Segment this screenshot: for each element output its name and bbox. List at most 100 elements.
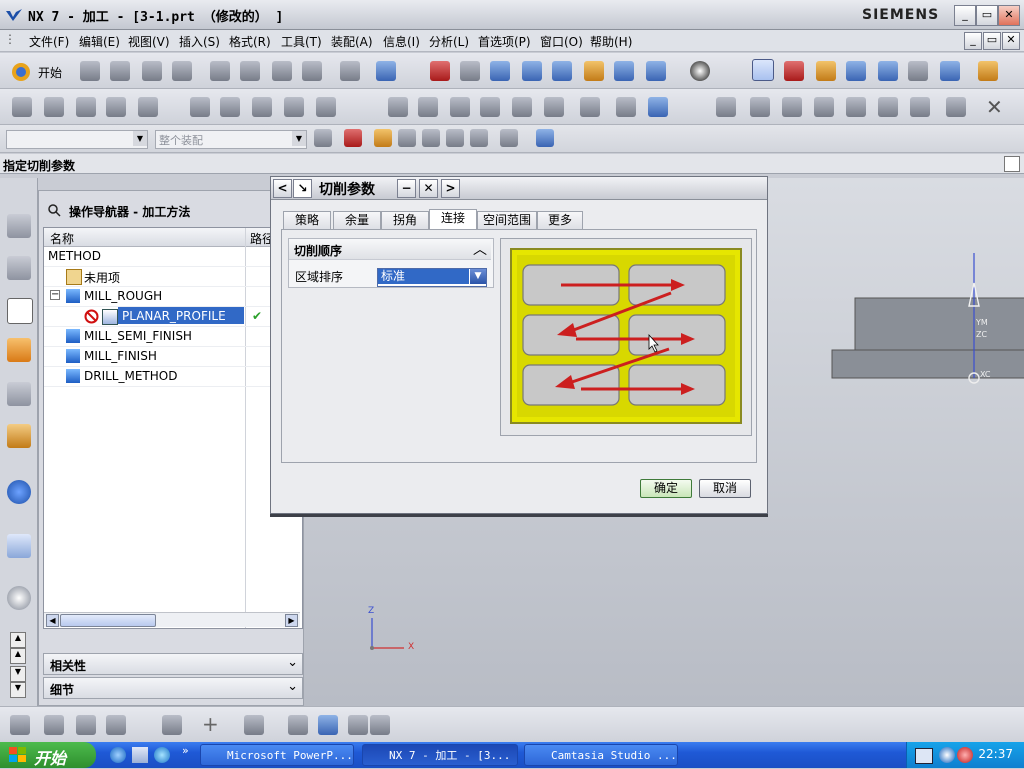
- cube-select-icon[interactable]: [536, 129, 554, 147]
- save-icon[interactable]: [142, 61, 162, 81]
- media-icon[interactable]: [154, 747, 170, 763]
- csys-icon[interactable]: [752, 59, 774, 81]
- tab-strategy[interactable]: 策略: [283, 211, 331, 230]
- paste-object-icon[interactable]: [284, 97, 304, 117]
- block-icon[interactable]: [318, 715, 338, 735]
- tree-row-drill-method[interactable]: DRILL_METHOD: [44, 366, 300, 387]
- post-icon[interactable]: [544, 97, 564, 117]
- mid-point-icon[interactable]: [398, 129, 416, 147]
- pin-icon[interactable]: [47, 203, 61, 217]
- info-circle-icon[interactable]: [7, 480, 31, 504]
- create-point-icon[interactable]: [10, 715, 30, 735]
- reset-arrow-icon[interactable]: ↘: [293, 179, 312, 198]
- task-nx7[interactable]: NX 7 - 加工 - [3...: [362, 744, 518, 766]
- paste-icon[interactable]: [272, 61, 292, 81]
- history-clock-icon[interactable]: [7, 586, 31, 610]
- delete-icon[interactable]: [302, 61, 322, 81]
- curve-icon[interactable]: [878, 97, 898, 117]
- copy-icon[interactable]: [240, 61, 260, 81]
- minimize-button[interactable]: _: [954, 5, 976, 26]
- create-program-icon[interactable]: [12, 97, 32, 117]
- generate-path-icon[interactable]: [388, 97, 408, 117]
- output-cls-icon[interactable]: [616, 97, 636, 117]
- center-icon[interactable]: [470, 129, 488, 147]
- region-sequencing-select[interactable]: 标准 ▼: [377, 268, 487, 287]
- doc-minimize-button[interactable]: _: [964, 32, 982, 50]
- verify-path-icon[interactable]: [480, 97, 500, 117]
- group-header[interactable]: 切削顺序 ︿: [289, 239, 491, 260]
- replay-path-icon[interactable]: [418, 97, 438, 117]
- scroll-thumb[interactable]: [60, 614, 156, 627]
- print-icon[interactable]: [172, 61, 192, 81]
- create-tool-icon[interactable]: [44, 97, 64, 117]
- menu-edit[interactable]: 编辑(E): [79, 33, 120, 50]
- menu-help[interactable]: 帮助(H): [590, 33, 632, 50]
- menu-preferences[interactable]: 首选项(P): [478, 33, 531, 50]
- pan-icon[interactable]: [584, 61, 604, 81]
- zoom-icon[interactable]: [522, 61, 542, 81]
- feature-icon[interactable]: [716, 97, 736, 117]
- scroll-up-alt-icon[interactable]: ▲: [10, 648, 26, 664]
- cue-toggle-icon[interactable]: [1004, 156, 1020, 172]
- cut-icon[interactable]: [210, 61, 230, 81]
- rectangle-select-icon[interactable]: [500, 129, 518, 147]
- face-icon[interactable]: [782, 97, 802, 117]
- create-method-icon[interactable]: [106, 97, 126, 117]
- info-icon[interactable]: [648, 97, 668, 117]
- collapse-icon[interactable]: −: [50, 290, 60, 300]
- rotate-icon[interactable]: [552, 61, 572, 81]
- datum-icon[interactable]: [162, 715, 182, 735]
- maximize-button[interactable]: ▭: [976, 5, 998, 26]
- menu-file[interactable]: 文件(F): [29, 33, 69, 50]
- shading-icon[interactable]: [690, 61, 710, 81]
- assembly-navigator-icon[interactable]: [7, 214, 31, 238]
- chevron-left-icon[interactable]: <: [273, 179, 292, 198]
- tab-more[interactable]: 更多: [537, 211, 583, 230]
- task-camtasia[interactable]: Camtasia Studio ...: [524, 744, 678, 766]
- view-orient-icon[interactable]: [614, 61, 634, 81]
- postprocess-icon[interactable]: [908, 61, 928, 81]
- type-filter-select[interactable]: ▼: [6, 130, 148, 149]
- list-path-icon[interactable]: [450, 97, 470, 117]
- tree-row-mill-finish[interactable]: MILL_FINISH: [44, 346, 300, 367]
- ie-icon[interactable]: [110, 747, 126, 763]
- keyboard-icon[interactable]: [915, 748, 933, 764]
- recording-icon[interactable]: [957, 747, 973, 763]
- copy-object-icon[interactable]: [252, 97, 272, 117]
- create-plane-icon[interactable]: [76, 715, 96, 735]
- show-desktop-icon[interactable]: [132, 747, 148, 763]
- dialog-close-button[interactable]: ✕: [419, 179, 438, 198]
- doc-close-button[interactable]: ✕: [1002, 32, 1020, 50]
- control-point-icon[interactable]: [422, 129, 440, 147]
- collapse-dialog-button[interactable]: −: [397, 179, 416, 198]
- sheet-icon[interactable]: [946, 97, 966, 117]
- create-csys-icon[interactable]: [106, 715, 126, 735]
- machine-tool-icon[interactable]: [7, 338, 31, 362]
- scroll-down-icon[interactable]: ▼: [10, 666, 26, 682]
- cancel-button[interactable]: 取消: [699, 479, 751, 498]
- scroll-right-icon[interactable]: ▶: [285, 614, 298, 627]
- new-icon[interactable]: [80, 61, 100, 81]
- menu-window[interactable]: 窗口(O): [540, 33, 583, 50]
- section-details[interactable]: 细节 ⌄: [43, 677, 303, 699]
- windows-start-button[interactable]: 开始: [0, 742, 96, 768]
- tool-path-icon[interactable]: [816, 61, 836, 81]
- chevron-right-icon[interactable]: >: [441, 179, 460, 198]
- menu-tools[interactable]: 工具(T): [281, 33, 322, 50]
- tab-containment[interactable]: 空间范围: [477, 211, 537, 230]
- part-navigator-icon[interactable]: [7, 382, 31, 406]
- render-style-icon[interactable]: [646, 61, 666, 81]
- tab-stock[interactable]: 余量: [333, 211, 381, 230]
- assembly-scope-select[interactable]: 整个装配 ▼: [155, 130, 307, 149]
- menu-info[interactable]: 信息(I): [383, 33, 420, 50]
- intersection-icon[interactable]: [446, 129, 464, 147]
- tree-row-mill-rough[interactable]: − MILL_ROUGH: [44, 286, 300, 307]
- close-button[interactable]: ✕: [998, 5, 1020, 26]
- shop-docs-icon[interactable]: [580, 97, 600, 117]
- create-operation-icon[interactable]: [138, 97, 158, 117]
- boolean-icon[interactable]: [348, 715, 368, 735]
- edge-icon[interactable]: [750, 97, 770, 117]
- simulate-icon[interactable]: [512, 97, 532, 117]
- shop-doc-icon[interactable]: [940, 61, 960, 81]
- start-button[interactable]: 开始: [38, 64, 62, 81]
